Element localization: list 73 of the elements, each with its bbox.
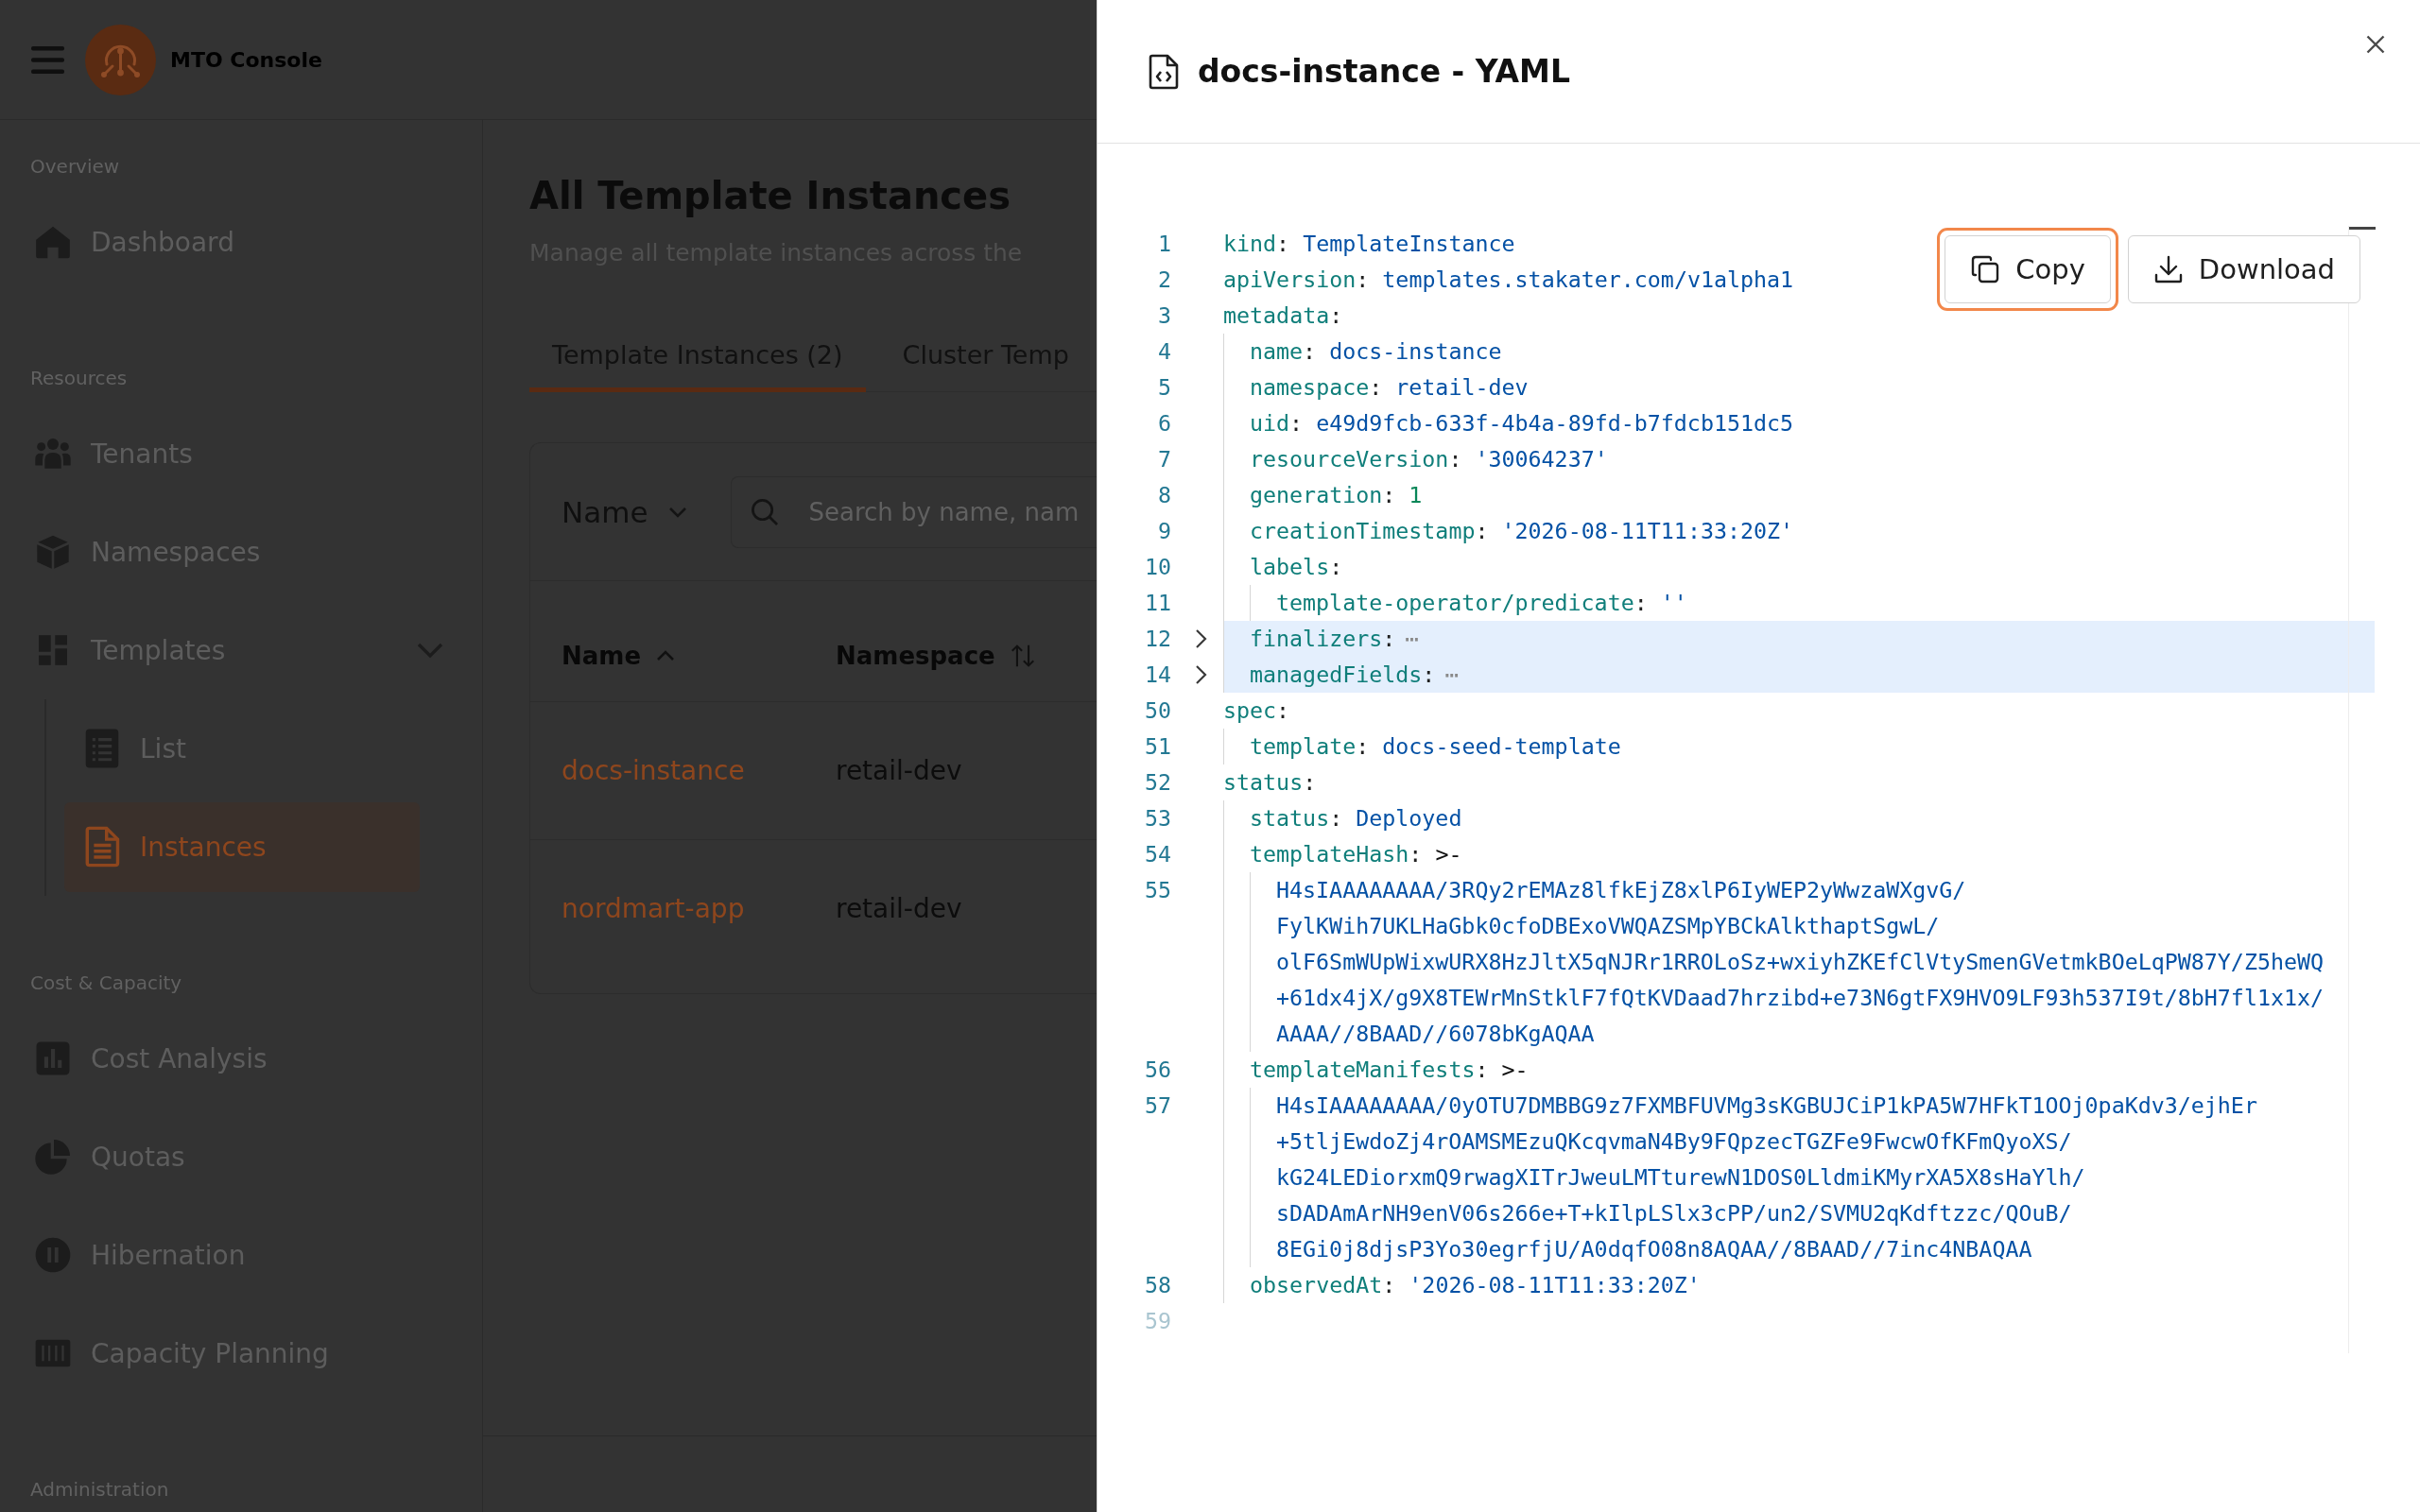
- line-number: 12: [1144, 626, 1171, 651]
- line-number: 5: [1157, 374, 1171, 400]
- cursor-marker-icon: [2349, 227, 2376, 230]
- code-line: +5tljEwdoZj4rOAMSMEzuQKcqvmaN4By9FQpzecTGZFe9FwcwOfKFmQyoXS/: [1276, 1127, 2072, 1156]
- code-line: status:: [1223, 768, 1317, 797]
- code-line: metadata:: [1223, 301, 1343, 330]
- code-line: 8EGi0j8djsP3Yo30egrfjU/A0dqfO08n8AQAA//8BAAD//7inc4NBAQAA: [1276, 1235, 2032, 1263]
- chevron-right-icon[interactable]: [1195, 628, 1208, 649]
- download-button[interactable]: Download: [2127, 235, 2360, 303]
- code-line: uid: e49d9fcb-633f-4b4a-89fd-b7fdcb151dc5: [1250, 409, 1794, 438]
- line-number: 3: [1157, 302, 1171, 328]
- line-number: 11: [1144, 590, 1171, 615]
- code-line: generation: 1: [1250, 481, 1423, 509]
- code-line: labels:: [1250, 553, 1343, 581]
- logo-icon: [85, 24, 156, 95]
- line-number: 55: [1144, 877, 1171, 902]
- line-number: 53: [1144, 805, 1171, 831]
- nav-item[interactable]: Instances: [64, 801, 420, 892]
- line-number: 2: [1157, 266, 1171, 292]
- copy-icon: [1970, 254, 2001, 284]
- code-line: apiVersion: templates.stakater.com/v1alpha1: [1223, 266, 1794, 294]
- chevron-right-icon[interactable]: [1195, 664, 1208, 685]
- code-line: olF6SmWUpWixwURX8HzJltX5qNJRr1RROLoSz+wxiyhZKEfClVtySmenGVetmkBOeLqPW87Y/Z5heWQ: [1276, 948, 2325, 976]
- line-number: 52: [1144, 769, 1171, 795]
- line-number: 56: [1144, 1057, 1171, 1082]
- instance-link[interactable]: docs-instance: [562, 755, 745, 786]
- code-line: namespace: retail-dev: [1250, 373, 1529, 402]
- code-line: AAAA//8BAAD//6078bKgAQAA: [1276, 1020, 1595, 1048]
- close-icon[interactable]: [2366, 35, 2385, 54]
- code-line: +61dx4jX/g9X8TEWrMnStklF7fQtKVDaad7hrzibd+e73N6gtFX9HVO9LF93h537I9t/8bH7fl1x1x/: [1276, 984, 2325, 1012]
- code-line: sDADAmArNH9enV06s266e+T+kIlpLSlx3cPP/un2/SVMU2qKdftzzc/QOuB/: [1276, 1199, 2072, 1228]
- code-line: resourceVersion: '30064237': [1250, 445, 1608, 473]
- instance-link[interactable]: nordmart-app: [562, 893, 745, 924]
- line-number: 8: [1157, 482, 1171, 507]
- code-line: FylKWih7UKLHaGbk0cfoDBExoVWQAZSMpYBCkAlkthaptSgwL/: [1276, 912, 1940, 940]
- code-line: templateManifests: >-: [1250, 1056, 1529, 1084]
- copy-button[interactable]: Copy: [1937, 228, 2118, 311]
- code-line: kG24LEDiorxmQ9rwagXITrJweuLMTturewN1DOS0LldmiKMyrXA5X8sHaYlh/: [1276, 1163, 2085, 1192]
- pie-chart-icon: [34, 1138, 72, 1176]
- chevron-down-icon: [668, 506, 688, 518]
- cube-icon: [34, 533, 72, 571]
- code-line: creationTimestamp: '2026-08-11T11:33:20Z': [1250, 517, 1794, 545]
- line-number: 10: [1144, 554, 1171, 579]
- document-icon: [83, 826, 121, 868]
- code-line: templateHash: >-: [1250, 840, 1462, 868]
- code-line: H4sIAAAAAAAA/0yOTU7DMBBG9z7FXMBFUVMg3sKGBUJCiP1kPA5W7HFkT1OOj0paKdv3/ejhEr: [1276, 1091, 2257, 1120]
- code-line: managedFields: ⋯: [1250, 661, 1459, 689]
- file-code-icon: [1148, 53, 1180, 90]
- line-number: 4: [1157, 338, 1171, 364]
- line-number: 51: [1144, 733, 1171, 759]
- download-icon: [2152, 254, 2184, 284]
- code-line: finalizers: ⋯: [1250, 625, 1419, 653]
- code-line: status: Deployed: [1250, 804, 1462, 833]
- code-line: H4sIAAAAAAAA/3RQy2rEMAz8lfkEjZ8xlP6IyWEP2yWwzaWXgvG/: [1276, 876, 1966, 904]
- code-line: template-operator/predicate: '': [1276, 589, 1687, 617]
- code-line: name: docs-instance: [1250, 337, 1502, 366]
- code-line: kind: TemplateInstance: [1223, 230, 1515, 258]
- line-number: 6: [1157, 410, 1171, 436]
- code-line: template: docs-seed-template: [1250, 732, 1621, 761]
- line-number: 50: [1144, 697, 1171, 723]
- line-number: 58: [1144, 1272, 1171, 1297]
- code-line: spec:: [1223, 696, 1290, 725]
- drawer-title: docs-instance - YAML: [1198, 53, 1570, 90]
- line-number: 9: [1157, 518, 1171, 543]
- line-number: 7: [1157, 446, 1171, 472]
- line-number: 1: [1157, 231, 1171, 256]
- search-icon: [750, 496, 780, 526]
- code-line: observedAt: '2026-08-11T11:33:20Z': [1250, 1271, 1701, 1299]
- line-number: 54: [1144, 841, 1171, 867]
- line-number: 57: [1144, 1092, 1171, 1118]
- line-number: 14: [1144, 662, 1171, 687]
- pause-icon: [34, 1236, 72, 1274]
- line-number: 59: [1144, 1308, 1171, 1333]
